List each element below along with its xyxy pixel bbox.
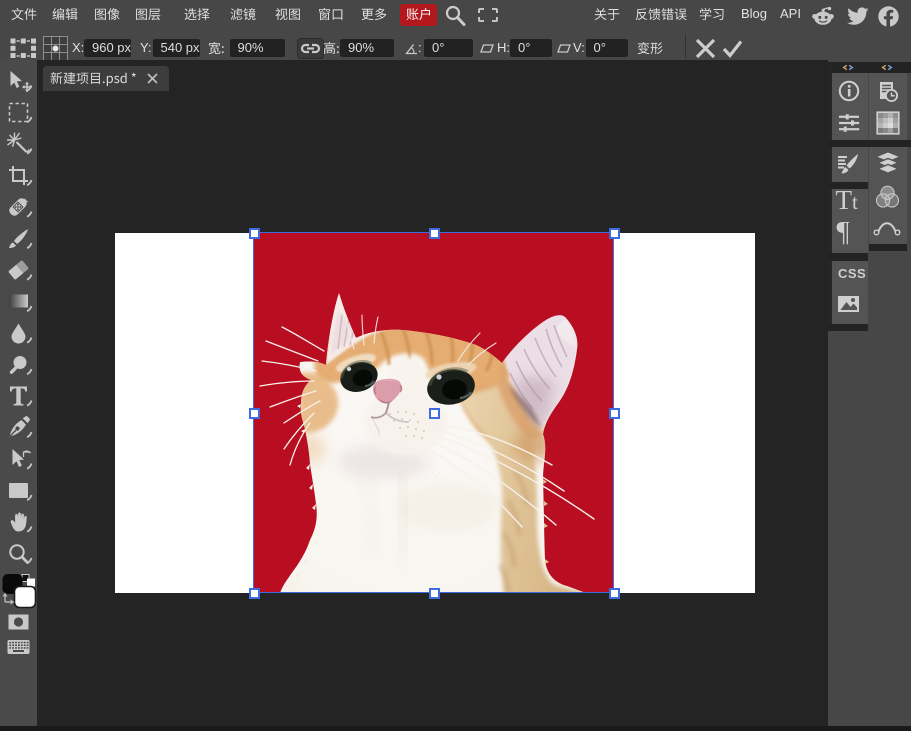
svg-text:¶: ¶ [837,216,850,248]
svg-text:CSS: CSS [838,266,866,281]
svg-text:t: t [852,190,858,214]
svg-text:T: T [836,185,853,215]
